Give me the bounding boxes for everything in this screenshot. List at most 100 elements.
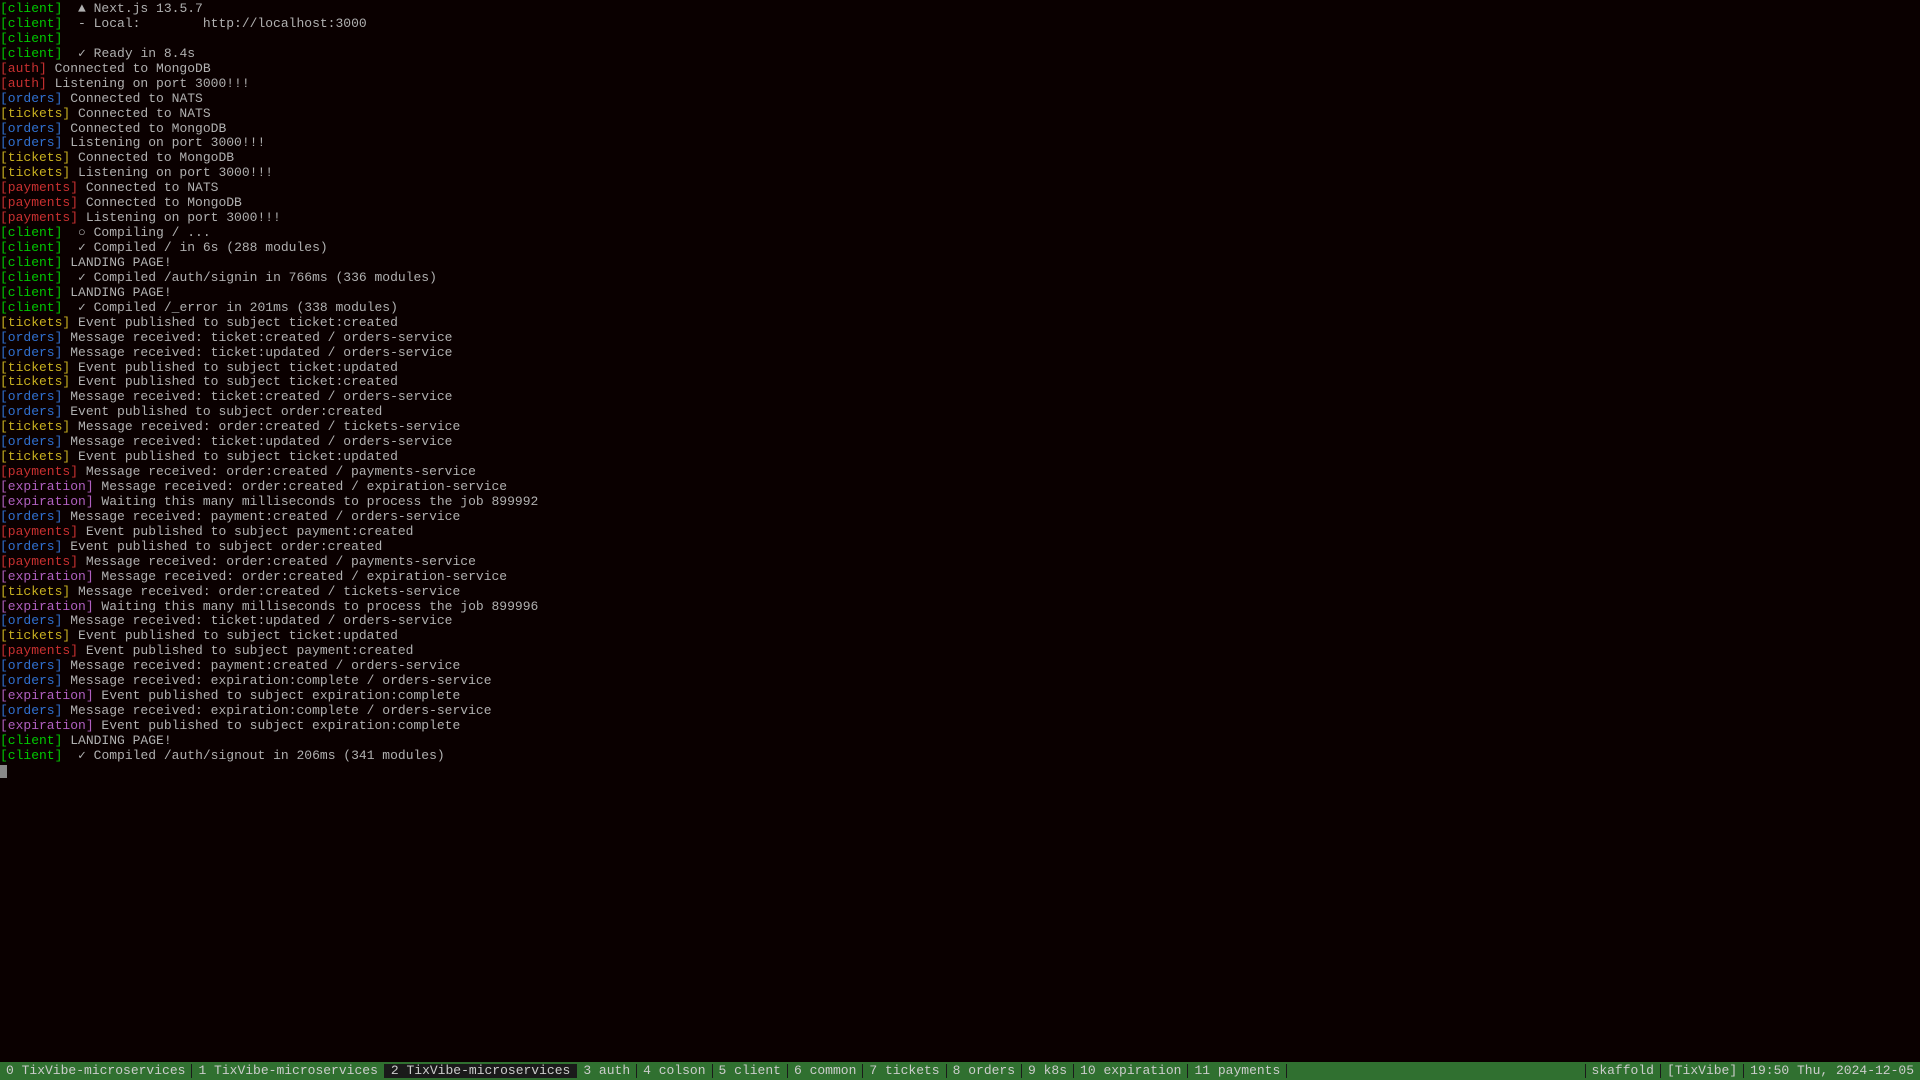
- tmux-window-tab[interactable]: 11 payments: [1188, 1064, 1287, 1079]
- service-tag-orders: [orders]: [0, 330, 62, 345]
- service-tag-orders: [orders]: [0, 509, 62, 524]
- log-line: [auth] Listening on port 3000!!!: [0, 77, 1920, 92]
- service-tag-orders: [orders]: [0, 703, 62, 718]
- service-tag-client: [client]: [0, 46, 62, 61]
- log-message: Connected to MongoDB: [47, 61, 211, 76]
- log-message: Event published to subject ticket:create…: [70, 374, 398, 389]
- status-context: skaffold: [1585, 1064, 1660, 1079]
- service-tag-orders: [orders]: [0, 404, 62, 419]
- log-message: Connected to NATS: [70, 106, 210, 121]
- service-tag-payments: [payments]: [0, 195, 78, 210]
- tmux-window-tab[interactable]: 10 expiration: [1074, 1064, 1188, 1079]
- service-tag-payments: [payments]: [0, 464, 78, 479]
- cursor-line: [0, 764, 1920, 779]
- log-message: Listening on port 3000!!!: [62, 135, 265, 150]
- log-line: [tickets] Message received: order:create…: [0, 585, 1920, 600]
- service-tag-orders: [orders]: [0, 658, 62, 673]
- log-line: [auth] Connected to MongoDB: [0, 62, 1920, 77]
- service-tag-expiration: [expiration]: [0, 599, 94, 614]
- log-line: [orders] Message received: ticket:create…: [0, 390, 1920, 405]
- tmux-window-tab[interactable]: 3 auth: [577, 1064, 637, 1079]
- service-tag-orders: [orders]: [0, 613, 62, 628]
- service-tag-tickets: [tickets]: [0, 106, 70, 121]
- log-message: Message received: ticket:created / order…: [62, 389, 452, 404]
- log-message: ○ Compiling / ...: [62, 225, 210, 240]
- tmux-window-tab[interactable]: 8 orders: [947, 1064, 1022, 1079]
- log-message: Message received: expiration:complete / …: [62, 703, 491, 718]
- log-message: Event published to subject expiration:co…: [94, 718, 461, 733]
- log-line: [tickets] Listening on port 3000!!!: [0, 166, 1920, 181]
- service-tag-auth: [auth]: [0, 61, 47, 76]
- service-tag-client: [client]: [0, 748, 62, 763]
- log-message: Message received: ticket:created / order…: [62, 330, 452, 345]
- log-line: [tickets] Connected to MongoDB: [0, 151, 1920, 166]
- service-tag-payments: [payments]: [0, 524, 78, 539]
- tmux-window-tab[interactable]: 4 colson: [637, 1064, 712, 1079]
- service-tag-orders: [orders]: [0, 135, 62, 150]
- log-message: Message received: order:created / paymen…: [78, 464, 476, 479]
- log-line: [client] ✓ Compiled / in 6s (288 modules…: [0, 241, 1920, 256]
- tmux-window-tab[interactable]: 5 client: [713, 1064, 788, 1079]
- service-tag-expiration: [expiration]: [0, 688, 94, 703]
- log-message: Waiting this many milliseconds to proces…: [94, 599, 539, 614]
- service-tag-orders: [orders]: [0, 539, 62, 554]
- service-tag-auth: [auth]: [0, 76, 47, 91]
- log-line: [orders] Connected to MongoDB: [0, 122, 1920, 137]
- log-message: Message received: ticket:updated / order…: [62, 613, 452, 628]
- log-message: ✓ Compiled / in 6s (288 modules): [62, 240, 327, 255]
- log-line: [orders] Message received: ticket:update…: [0, 435, 1920, 450]
- log-line: [orders] Message received: ticket:update…: [0, 614, 1920, 629]
- status-datetime: 19:50 Thu, 2024-12-05: [1743, 1064, 1920, 1079]
- log-message: Message received: expiration:complete / …: [62, 673, 491, 688]
- log-message: LANDING PAGE!: [62, 255, 171, 270]
- tmux-window-tab[interactable]: 1 TixVibe-microservices: [192, 1064, 384, 1079]
- service-tag-tickets: [tickets]: [0, 584, 70, 599]
- service-tag-tickets: [tickets]: [0, 150, 70, 165]
- log-line: [orders] Message received: expiration:co…: [0, 674, 1920, 689]
- service-tag-orders: [orders]: [0, 345, 62, 360]
- log-line: [orders] Message received: ticket:update…: [0, 346, 1920, 361]
- log-message: ▲ Next.js 13.5.7: [62, 1, 202, 16]
- log-message: Message received: ticket:updated / order…: [62, 345, 452, 360]
- log-message: Connected to NATS: [62, 91, 202, 106]
- log-message: Event published to subject expiration:co…: [94, 688, 461, 703]
- tmux-window-tab[interactable]: 0 TixVibe-microservices: [0, 1064, 192, 1079]
- tmux-window-tab[interactable]: 9 k8s: [1022, 1064, 1074, 1079]
- tmux-window-tab[interactable]: 6 common: [788, 1064, 863, 1079]
- log-message: Message received: ticket:updated / order…: [62, 434, 452, 449]
- log-line: [client]: [0, 32, 1920, 47]
- log-line: [payments] Message received: order:creat…: [0, 465, 1920, 480]
- log-line: [payments] Event published to subject pa…: [0, 644, 1920, 659]
- log-message: Connected to MongoDB: [78, 195, 242, 210]
- log-line: [orders] Event published to subject orde…: [0, 405, 1920, 420]
- tmux-window-tab[interactable]: 7 tickets: [863, 1064, 946, 1079]
- log-line: [tickets] Event published to subject tic…: [0, 361, 1920, 376]
- log-message: ✓ Compiled /auth/signin in 766ms (336 mo…: [62, 270, 437, 285]
- tmux-window-tab[interactable]: 2 TixVibe-microservices: [385, 1064, 577, 1079]
- service-tag-tickets: [tickets]: [0, 315, 70, 330]
- log-message: Listening on port 3000!!!: [47, 76, 250, 91]
- log-message: Waiting this many milliseconds to proces…: [94, 494, 539, 509]
- service-tag-client: [client]: [0, 16, 62, 31]
- log-line: [orders] Message received: expiration:co…: [0, 704, 1920, 719]
- log-line: [expiration] Waiting this many milliseco…: [0, 600, 1920, 615]
- log-message: Message received: order:created / expira…: [94, 569, 507, 584]
- log-line: [orders] Message received: ticket:create…: [0, 331, 1920, 346]
- service-tag-tickets: [tickets]: [0, 449, 70, 464]
- tmux-tabs: 0 TixVibe-microservices1 TixVibe-microse…: [0, 1064, 1287, 1079]
- log-message: Message received: order:created / ticket…: [70, 584, 460, 599]
- service-tag-orders: [orders]: [0, 673, 62, 688]
- log-message: ✓ Compiled /_error in 201ms (338 modules…: [62, 300, 397, 315]
- terminal-output[interactable]: [client] ▲ Next.js 13.5.7[client] - Loca…: [0, 0, 1920, 781]
- log-line: [orders] Message received: payment:creat…: [0, 659, 1920, 674]
- log-message: Event published to subject payment:creat…: [78, 524, 413, 539]
- service-tag-orders: [orders]: [0, 389, 62, 404]
- service-tag-payments: [payments]: [0, 643, 78, 658]
- service-tag-orders: [orders]: [0, 434, 62, 449]
- service-tag-client: [client]: [0, 733, 62, 748]
- log-line: [tickets] Event published to subject tic…: [0, 375, 1920, 390]
- log-message: LANDING PAGE!: [62, 733, 171, 748]
- service-tag-client: [client]: [0, 285, 62, 300]
- log-line: [payments] Event published to subject pa…: [0, 525, 1920, 540]
- log-line: [client] LANDING PAGE!: [0, 734, 1920, 749]
